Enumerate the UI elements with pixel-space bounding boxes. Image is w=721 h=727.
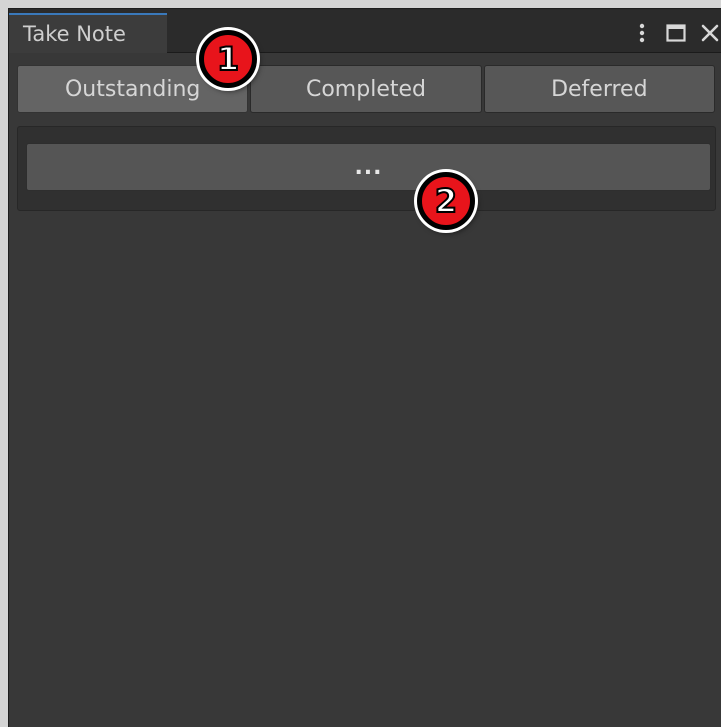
tab-completed[interactable]: Completed [250,65,482,113]
notes-list-panel: ... [17,126,716,211]
screenshot-page: Take Note Outstanding Completed Deferred… [0,0,721,727]
filter-tabs: Outstanding Completed Deferred [17,65,715,113]
annotation-marker-2-label: 2 [434,182,458,220]
annotation-marker-2: 2 [417,172,475,230]
annotation-marker-1: 1 [199,30,257,88]
window-controls [631,19,721,47]
tab-completed-label: Completed [305,76,426,102]
tab-deferred[interactable]: Deferred [483,65,715,113]
window-titlebar: Take Note [9,9,721,53]
tab-deferred-label: Deferred [551,76,648,102]
tab-outstanding-label: Outstanding [64,76,201,102]
annotation-marker-1-label: 1 [216,40,240,78]
more-options-button[interactable]: ... [26,143,711,191]
maximize-icon[interactable] [665,20,687,46]
window-tab-label: Take Note [23,22,126,46]
window-tab-take-note[interactable]: Take Note [9,13,167,53]
more-options-label: ... [354,154,383,180]
take-note-window: Take Note Outstanding Completed Deferred… [8,8,721,727]
more-vertical-icon[interactable] [631,20,653,46]
close-icon[interactable] [699,20,721,46]
